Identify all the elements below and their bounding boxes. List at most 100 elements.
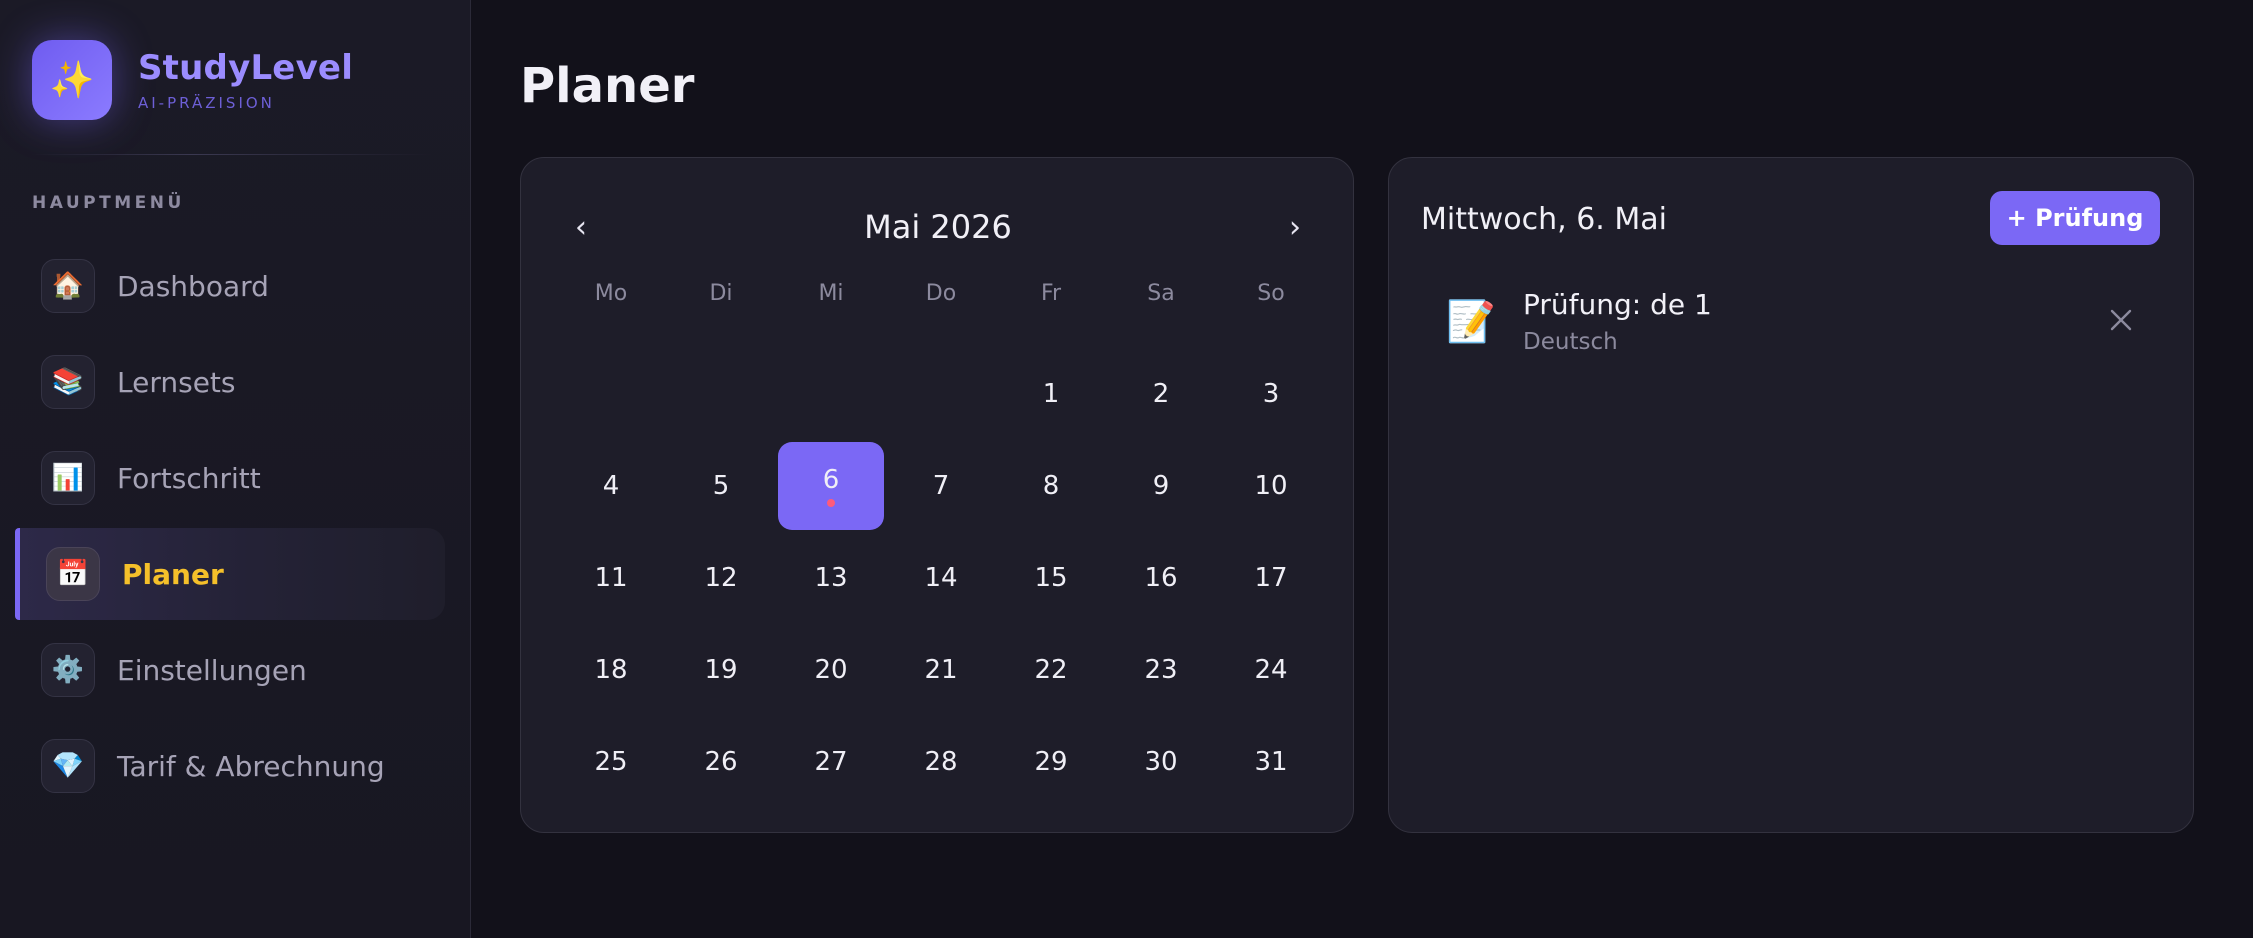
sidebar-item-einstellungen[interactable]: ⚙️ Einstellungen xyxy=(0,624,445,716)
calendar-day[interactable]: 25 xyxy=(556,716,666,808)
calendar-day-number: 7 xyxy=(932,471,950,501)
main-content: Planer ‹ Mai 2026 › Mo Di Mi Do Fr Sa So… xyxy=(471,0,2253,938)
add-exam-button[interactable]: + Prüfung xyxy=(1990,191,2160,245)
calendar-day[interactable]: 20 xyxy=(776,624,886,716)
sidebar: ✨ StudyLevel AI-PRÄZISION HAUPTMENÜ 🏠 Da… xyxy=(0,0,471,938)
calendar-day-number: 25 xyxy=(594,747,628,777)
main-menu-label: HAUPTMENÜ xyxy=(32,193,185,213)
prev-month-button[interactable]: ‹ xyxy=(556,202,606,252)
weekday-label: Fr xyxy=(1040,280,1062,306)
calendar-day-inner: 22 xyxy=(1034,655,1067,685)
calendar-day-number: 12 xyxy=(704,563,738,593)
calendar-day[interactable]: 11 xyxy=(556,532,666,624)
sidebar-item-fortschritt[interactable]: 📊 Fortschritt xyxy=(0,432,445,524)
calendar-day-number: 20 xyxy=(814,655,848,685)
calendar-day[interactable]: 2 xyxy=(1106,348,1216,440)
calendar-day-inner: 9 xyxy=(1153,471,1170,501)
calendar-day[interactable]: 3 xyxy=(1216,348,1326,440)
calendar-day[interactable]: 5 xyxy=(666,440,776,532)
selected-date-label: Mittwoch, 6. Mai xyxy=(1421,202,1667,237)
calendar-day-number: 3 xyxy=(1262,379,1280,409)
event-item[interactable]: 📝 Prüfung: de 1 Deutsch xyxy=(1421,276,2163,366)
calendar-day[interactable]: 15 xyxy=(996,532,1106,624)
calendar-day-number: 11 xyxy=(594,563,628,593)
sidebar-item-tarif[interactable]: 💎 Tarif & Abrechnung xyxy=(0,720,445,812)
bar-chart-icon: 📊 xyxy=(41,451,95,505)
calendar-month-label: Mai 2026 xyxy=(864,208,1012,246)
sparkles-icon: ✨ xyxy=(32,40,112,120)
calendar-day[interactable]: 29 xyxy=(996,716,1106,808)
calendar-day-number: 16 xyxy=(1144,563,1178,593)
calendar-day[interactable]: 8 xyxy=(996,440,1106,532)
weekday-label: Do xyxy=(925,280,957,306)
calendar-day[interactable]: 7 xyxy=(886,440,996,532)
calendar-day-inner: 2 xyxy=(1153,379,1170,409)
calendar-day-inner: 28 xyxy=(924,747,957,777)
sidebar-item-label: Fortschritt xyxy=(117,461,261,495)
calendar-day-number: 14 xyxy=(924,563,958,593)
calendar-day-inner: 8 xyxy=(1043,471,1060,501)
calendar-day-number: 27 xyxy=(814,747,848,777)
calendar-day-inner: 24 xyxy=(1254,655,1287,685)
weekday-label: Di xyxy=(709,280,733,306)
calendar-day[interactable]: 22 xyxy=(996,624,1106,716)
calendar-day[interactable]: 17 xyxy=(1216,532,1326,624)
brand[interactable]: ✨ StudyLevel AI-PRÄZISION xyxy=(32,40,353,120)
sidebar-nav: 🏠 Dashboard 📚 Lernsets 📊 Fortschritt 📅 P… xyxy=(0,240,471,816)
close-icon[interactable] xyxy=(2101,300,2141,340)
calendar-day-inner: 29 xyxy=(1034,747,1067,777)
calendar-day-number: 2 xyxy=(1152,379,1170,409)
brand-text: StudyLevel AI-PRÄZISION xyxy=(138,48,353,112)
calendar-day-selected[interactable]: 6 xyxy=(776,440,886,532)
calendar-day-inner: 4 xyxy=(603,471,620,501)
calendar-day[interactable]: 23 xyxy=(1106,624,1216,716)
calendar-day[interactable]: 13 xyxy=(776,532,886,624)
calendar-day-number: 30 xyxy=(1144,747,1178,777)
calendar-day-number: 24 xyxy=(1254,655,1288,685)
gear-icon: ⚙️ xyxy=(41,643,95,697)
app-root: ✨ StudyLevel AI-PRÄZISION HAUPTMENÜ 🏠 Da… xyxy=(0,0,2253,938)
calendar-day[interactable]: 4 xyxy=(556,440,666,532)
calendar-day[interactable]: 16 xyxy=(1106,532,1216,624)
event-title: Prüfung: de 1 xyxy=(1523,287,1712,321)
calendar-day[interactable]: 30 xyxy=(1106,716,1216,808)
calendar-day-inner: 13 xyxy=(814,563,847,593)
calendar-day-number: 5 xyxy=(712,471,730,501)
calendar-card: ‹ Mai 2026 › Mo Di Mi Do Fr Sa So 123456… xyxy=(520,157,1354,833)
calendar-day[interactable]: 31 xyxy=(1216,716,1326,808)
calendar-day[interactable]: 21 xyxy=(886,624,996,716)
calendar-day[interactable]: 28 xyxy=(886,716,996,808)
calendar-day-inner: 30 xyxy=(1144,747,1177,777)
calendar-day-inner: 23 xyxy=(1144,655,1177,685)
calendar-day[interactable]: 27 xyxy=(776,716,886,808)
calendar-day[interactable]: 9 xyxy=(1106,440,1216,532)
calendar-day-number: 10 xyxy=(1254,471,1288,501)
calendar-day-inner: 12 xyxy=(704,563,737,593)
calendar-day-number: 9 xyxy=(1152,471,1170,501)
page-title: Planer xyxy=(520,58,695,114)
sidebar-item-planer[interactable]: 📅 Planer xyxy=(15,528,445,620)
day-detail-card: Mittwoch, 6. Mai + Prüfung 📝 Prüfung: de… xyxy=(1388,157,2194,833)
calendar-day[interactable]: 10 xyxy=(1216,440,1326,532)
next-month-button[interactable]: › xyxy=(1270,202,1320,252)
calendar-day[interactable]: 19 xyxy=(666,624,776,716)
calendar-day-number: 8 xyxy=(1042,471,1060,501)
calendar-days-grid: 1 2 3 4 5 6 7 8 9 10 11 12 13 14 15 16 17 18 19 20 21 22 23 24 2… xyxy=(556,348,1326,808)
calendar-day[interactable]: 18 xyxy=(556,624,666,716)
calendar-day[interactable]: 14 xyxy=(886,532,996,624)
event-indicator-dot xyxy=(827,499,835,507)
calendar-day-number: 26 xyxy=(704,747,738,777)
calendar-day-number: 31 xyxy=(1254,747,1288,777)
sidebar-item-dashboard[interactable]: 🏠 Dashboard xyxy=(0,240,445,332)
weekday-label: So xyxy=(1257,280,1285,306)
sidebar-item-label: Dashboard xyxy=(117,269,269,303)
weekday-label: Sa xyxy=(1147,280,1175,306)
calendar-day[interactable]: 12 xyxy=(666,532,776,624)
calendar-day[interactable]: 26 xyxy=(666,716,776,808)
calendar-day[interactable]: 24 xyxy=(1216,624,1326,716)
sidebar-item-lernsets[interactable]: 📚 Lernsets xyxy=(0,336,445,428)
calendar-header: ‹ Mai 2026 › xyxy=(521,202,1355,252)
calendar-day-number: 1 xyxy=(1042,379,1060,409)
calendar-day[interactable]: 1 xyxy=(996,348,1106,440)
weekday-label: Mo xyxy=(594,280,628,306)
